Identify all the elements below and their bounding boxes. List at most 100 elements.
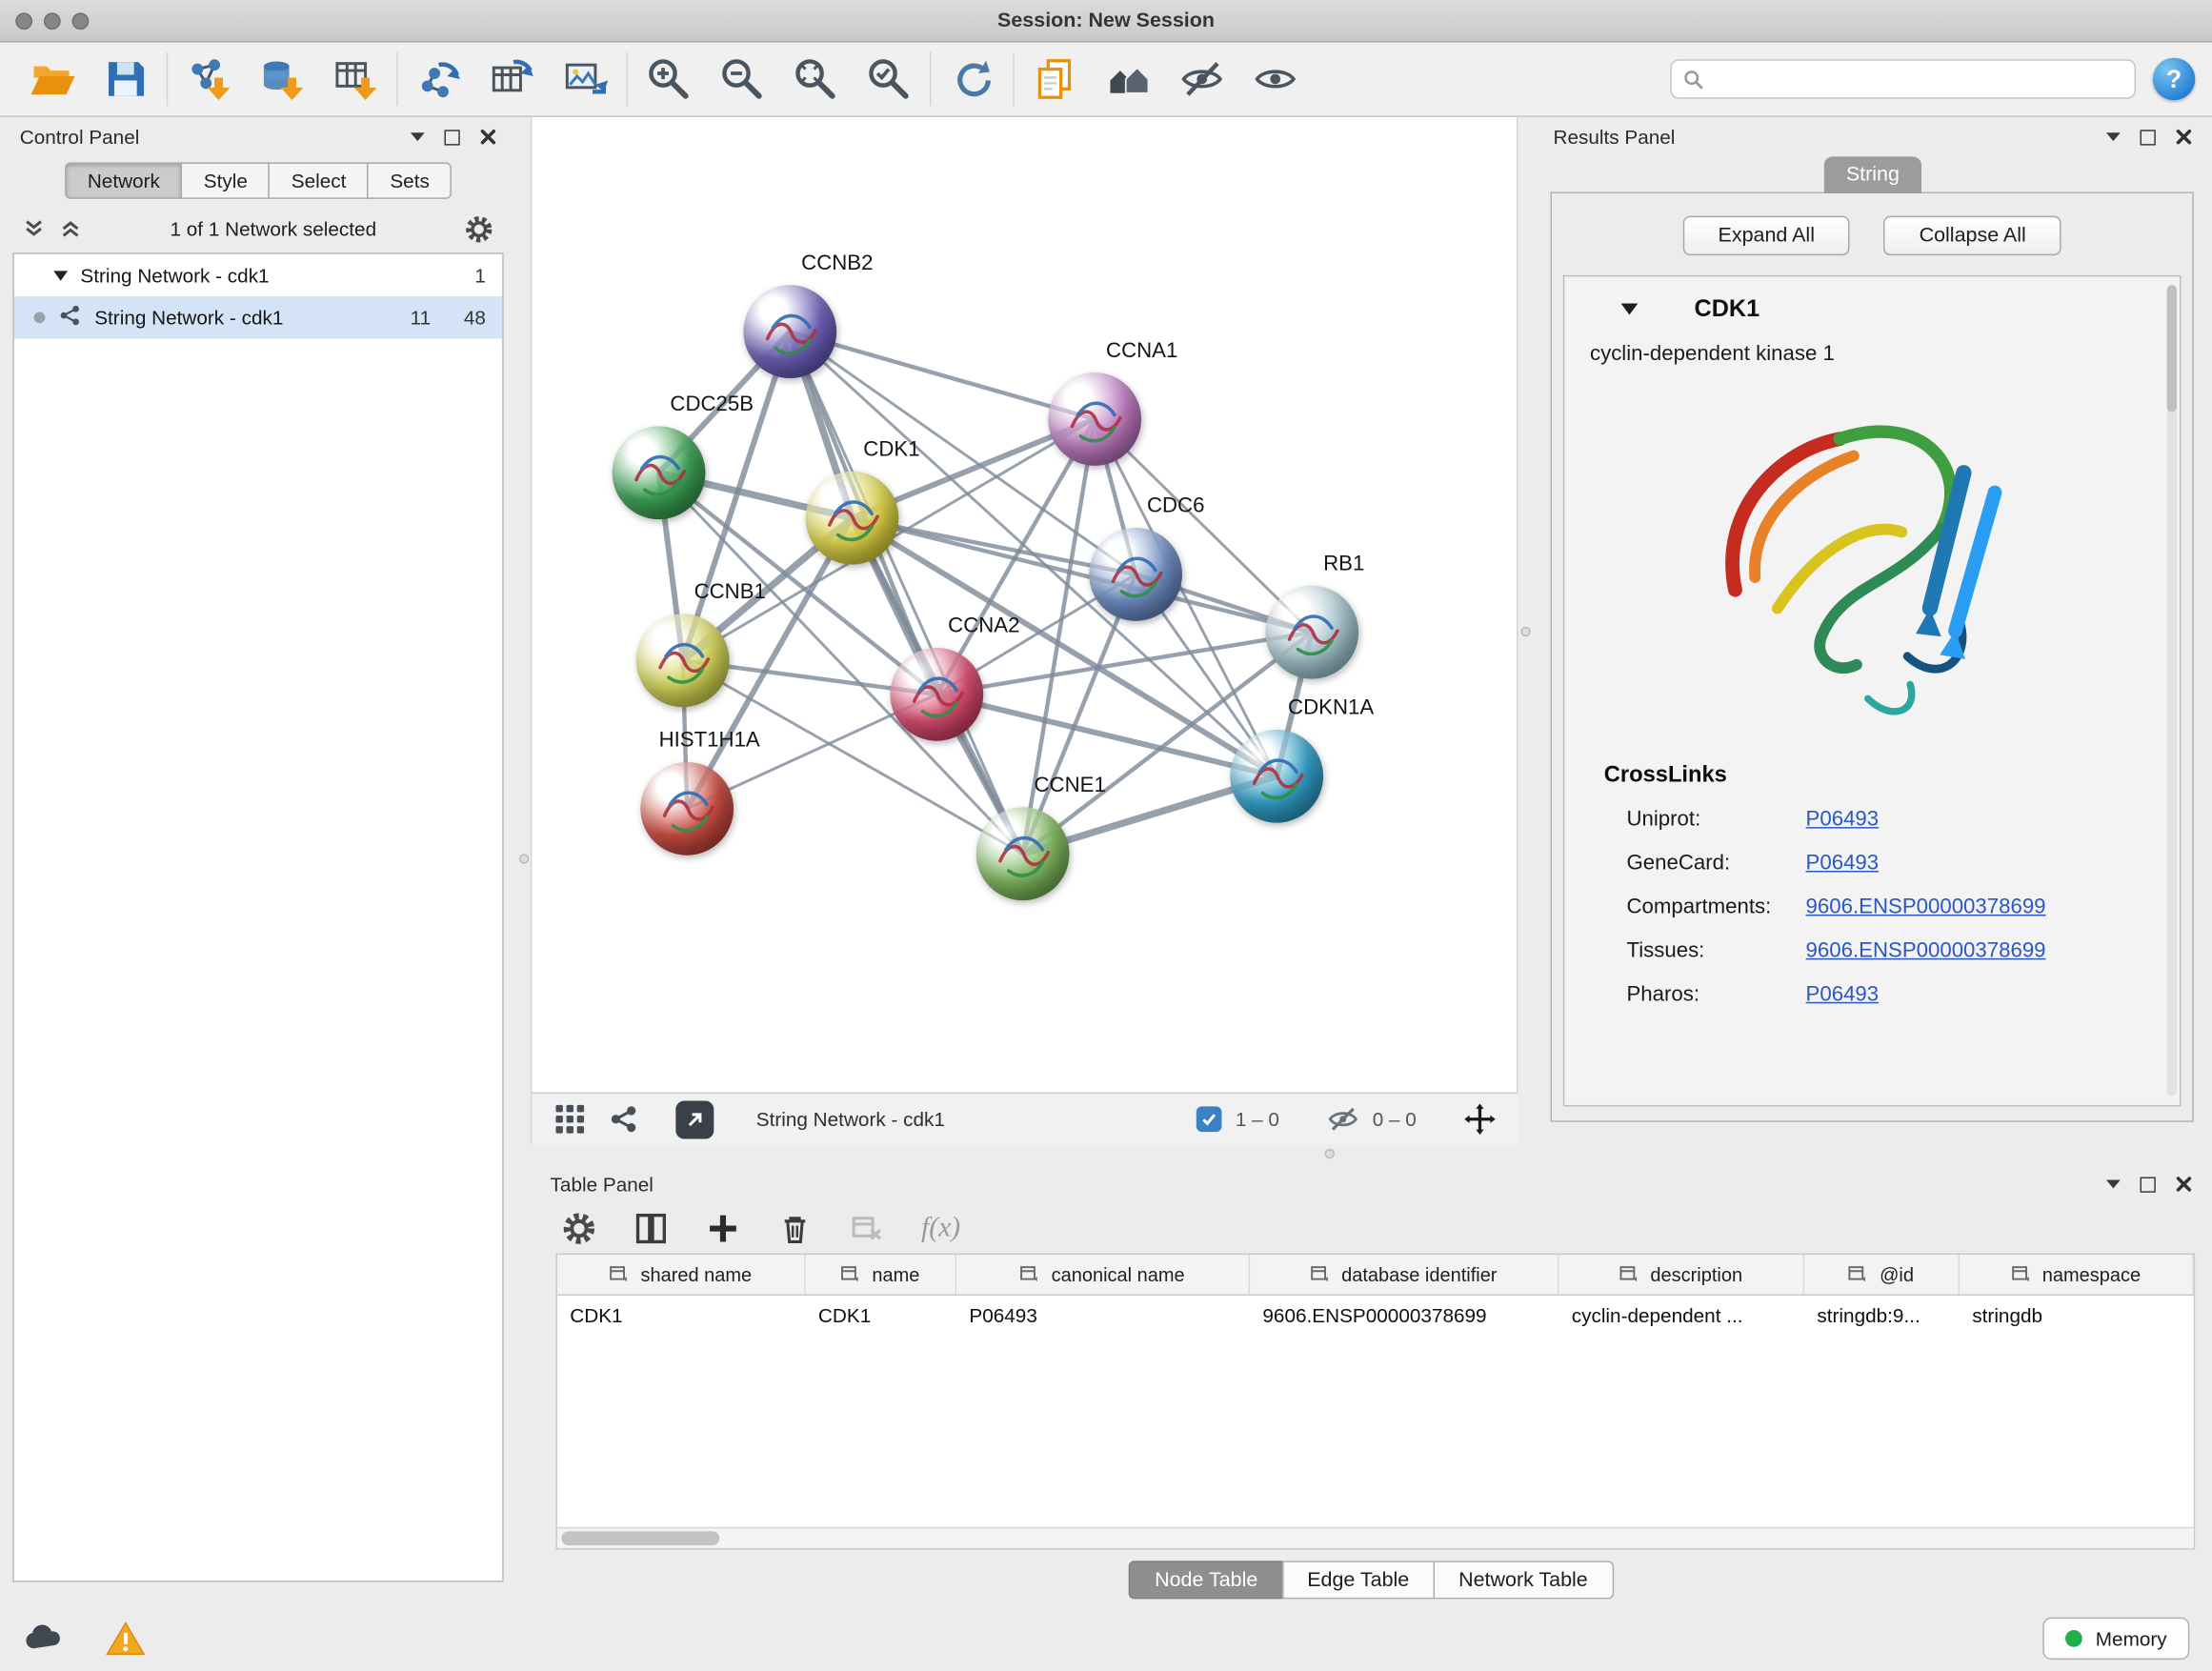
crosslink-link[interactable]: P06493 [1806,807,1880,831]
column-header[interactable]: canonical name [956,1255,1250,1294]
column-header[interactable]: name [806,1255,956,1294]
network-canvas[interactable]: CCNB2CCNA1CDC25BCDK1CDC6RB1CCNB1CCNA2CDK… [531,117,1518,1093]
close-icon[interactable] [2176,1176,2193,1193]
tab-sets[interactable]: Sets [368,162,452,199]
traffic-light-minimize-button[interactable] [44,12,61,30]
network-collection-row[interactable]: String Network - cdk1 1 [14,254,503,296]
column-header[interactable]: database identifier [1250,1255,1558,1294]
column-header[interactable]: @id [1804,1255,1960,1294]
network-node[interactable] [743,285,836,378]
right-splitter[interactable] [1518,117,1533,1144]
expand-all-button[interactable]: Expand All [1682,216,1850,255]
network-row[interactable]: String Network - cdk1 11 48 [14,296,503,338]
save-session-button[interactable] [102,55,150,103]
network-node[interactable] [1048,372,1141,466]
zoom-selected-button[interactable] [865,55,913,103]
crosslink-link[interactable]: 9606.ENSP00000378699 [1806,895,2046,918]
annotation-document-button[interactable] [1032,55,1079,103]
tab-node-table[interactable]: Node Table [1129,1560,1283,1599]
close-icon[interactable] [2176,129,2193,146]
left-splitter[interactable] [517,117,531,1607]
network-node[interactable] [890,648,983,741]
network-from-table-button[interactable] [488,55,535,103]
crosslink-link[interactable]: P06493 [1806,851,1880,875]
tree-caret-icon[interactable] [53,271,68,280]
horizontal-splitter[interactable] [531,1144,2212,1164]
string-share-icon[interactable] [608,1103,639,1135]
network-node[interactable] [640,762,734,856]
column-header[interactable]: description [1558,1255,1804,1294]
open-session-button[interactable] [29,55,76,103]
table-settings-gear-icon[interactable] [561,1211,596,1246]
column-header[interactable]: shared name [557,1255,806,1294]
pan-crosshair-icon[interactable] [1464,1103,1496,1135]
import-table-from-file-button[interactable] [332,55,379,103]
network-node[interactable] [1089,528,1182,621]
tab-style[interactable]: Style [181,162,270,199]
scrollbar-thumb[interactable] [561,1531,719,1545]
results-tab-string[interactable]: String [1823,156,1922,193]
crosslink-link[interactable]: 9606.ENSP00000378699 [1806,938,2046,962]
network-node[interactable] [1230,730,1323,823]
panel-menu-icon[interactable] [2106,1179,2121,1188]
memory-button[interactable]: Memory [2043,1618,2189,1660]
tab-edge-table[interactable]: Edge Table [1282,1560,1435,1599]
search-field[interactable] [1670,59,2136,98]
search-input[interactable] [1713,67,2123,92]
column-icon [841,1264,862,1285]
home-button[interactable] [1105,55,1153,103]
traffic-light-zoom-button[interactable] [72,12,90,30]
horizontal-scrollbar[interactable] [557,1527,2194,1548]
hidden-eye-slash-icon[interactable] [1327,1103,1358,1135]
network-node[interactable] [1265,586,1358,679]
close-icon[interactable] [480,129,497,146]
import-network-from-database-button[interactable] [258,55,306,103]
crosslink-link[interactable]: P06493 [1806,982,1880,1006]
tab-network[interactable]: Network [65,162,182,199]
splitter-handle[interactable] [519,854,529,863]
function-builder-button[interactable]: f(x) [921,1213,960,1245]
show-all-button[interactable] [1252,55,1299,103]
network-view: CCNB2CCNA1CDC25BCDK1CDC6RB1CCNB1CCNA2CDK… [531,117,1518,1144]
tab-select[interactable]: Select [269,162,369,199]
collapse-all-icon[interactable] [23,217,46,240]
birdseye-grid-icon[interactable] [554,1103,586,1135]
open-in-browser-button[interactable] [675,1100,714,1138]
tab-network-table[interactable]: Network Table [1433,1560,1613,1599]
export-image-button[interactable] [561,55,609,103]
collapse-all-button[interactable]: Collapse All [1884,216,2061,255]
show-columns-icon[interactable] [633,1211,669,1246]
panel-menu-icon[interactable] [411,132,425,141]
zoom-in-button[interactable] [645,55,693,103]
cloud-button[interactable] [23,1621,65,1658]
float-window-icon[interactable] [445,130,460,145]
float-window-icon[interactable] [2141,130,2156,145]
network-node[interactable] [613,426,706,519]
zoom-out-button[interactable] [718,55,766,103]
cell-namespace: stringdb [1960,1304,2194,1327]
traffic-light-close-button[interactable] [15,12,32,30]
warnings-button[interactable] [105,1621,147,1658]
results-scrollbar[interactable] [2167,285,2177,1097]
expand-all-icon[interactable] [59,217,82,240]
help-button[interactable]: ? [2153,58,2195,100]
panel-menu-icon[interactable] [2106,132,2121,141]
section-caret-icon[interactable] [1621,304,1639,315]
import-network-from-file-button[interactable] [185,55,232,103]
network-node[interactable] [806,472,899,565]
delete-column-icon[interactable] [777,1211,813,1246]
table-row[interactable]: CDK1 CDK1 P06493 9606.ENSP00000378699 cy… [557,1296,2194,1335]
splitter-handle[interactable] [1325,1149,1335,1158]
gear-icon[interactable] [465,213,494,243]
splitter-handle[interactable] [1520,627,1530,636]
network-node[interactable] [636,614,730,707]
zoom-fit-button[interactable] [792,55,839,103]
network-node[interactable] [976,807,1070,900]
float-window-icon[interactable] [2141,1177,2156,1192]
add-column-icon[interactable] [705,1211,740,1246]
refresh-button[interactable] [948,55,995,103]
new-network-button[interactable] [414,55,462,103]
column-header[interactable]: namespace [1960,1255,2194,1294]
hide-selected-button[interactable] [1178,55,1226,103]
selected-checkbox-icon[interactable] [1196,1106,1221,1132]
